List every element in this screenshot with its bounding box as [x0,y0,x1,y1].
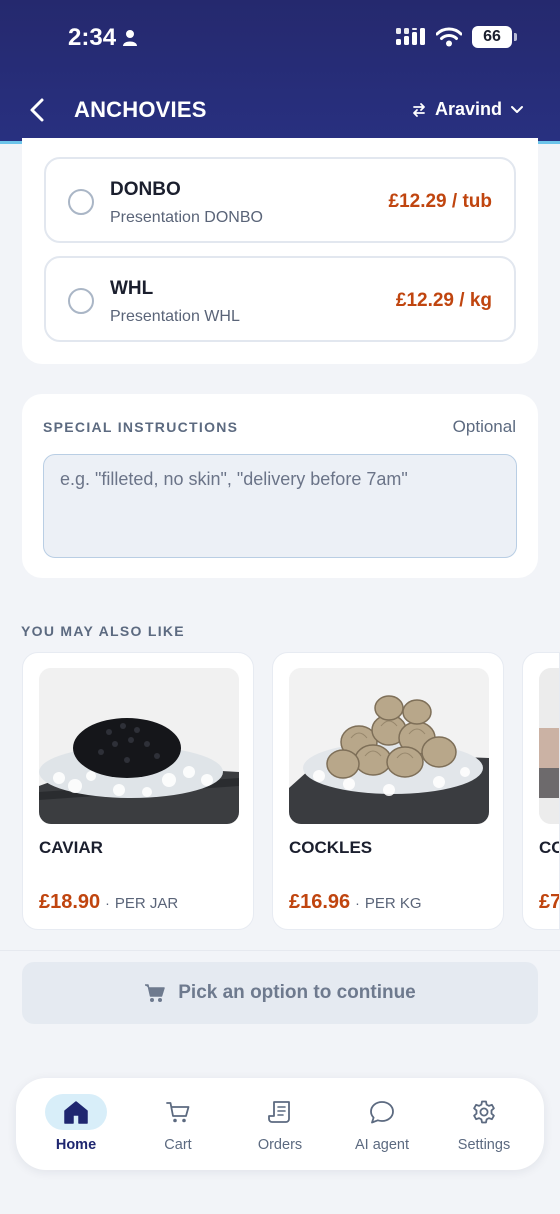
nav-icon-wrap [147,1094,209,1130]
price-separator: · [105,895,110,911]
chat-icon [370,1101,394,1124]
app-header: 2:34 66 ANCHOVIES Aravind [0,0,560,144]
nav-label: AI agent [354,1137,409,1153]
nav-cart[interactable]: Cart [128,1094,228,1160]
nav-ai-agent[interactable]: AI agent [332,1094,432,1160]
product-unit: PER JAR [114,895,179,912]
options-card: DONBO Presentation DONBO £12.29 / tub WH… [22,138,538,364]
product-image [539,668,559,824]
option-whl[interactable]: WHL Presentation WHL £12.29 / kg [44,256,516,342]
price-separator: · [355,895,360,911]
chevron-down-icon [511,105,523,113]
special-instructions-label: SPECIAL INSTRUCTIONS [43,419,239,435]
gear-icon [473,1100,495,1124]
option-name: DONBO [110,179,181,200]
account-switcher[interactable]: Aravind [411,99,524,120]
product-name: CO [539,838,559,857]
option-donbo[interactable]: DONBO Presentation DONBO £12.29 / tub [44,157,516,243]
nav-icon-wrap [351,1094,413,1130]
status-time: 2:34 [68,24,138,52]
option-price: £12.29 / kg [395,290,492,311]
nav-label: Settings [457,1137,511,1153]
special-instructions-input[interactable] [43,454,517,558]
receipt-icon [268,1101,290,1123]
product-unit: PER KG [364,895,422,912]
back-arrow-icon[interactable] [24,96,52,124]
product-price-row: £16.96 · PER KG [289,891,422,914]
option-subtitle: Presentation DONBO [110,209,263,226]
cart-icon [166,1102,190,1123]
option-name: WHL [110,278,154,299]
radio-button[interactable] [68,288,94,314]
optional-label: Optional [452,417,516,436]
status-indicators: 66 [396,26,517,48]
nav-label: Cart [164,1137,192,1153]
person-icon [123,30,138,46]
caviar-image [39,668,239,824]
product-price: £16.96 [289,891,351,913]
nav-label: Orders [257,1137,303,1153]
option-price: £12.29 / tub [388,191,493,212]
product-name: COCKLES [289,838,373,857]
product-price: £7 [539,891,560,913]
swap-icon [413,102,425,117]
wifi-icon [436,27,462,47]
nav-label: Home [55,1137,97,1153]
nav-icon-wrap [249,1094,311,1130]
nav-settings[interactable]: Settings [434,1094,534,1160]
product-price: £18.90 [39,891,101,913]
nav-orders[interactable]: Orders [230,1094,330,1160]
product-price-row: £7 [539,891,560,914]
bottom-navigation: Home Cart Orders AI agent Settings [16,1078,544,1170]
product-name: CAVIAR [39,838,103,857]
option-subtitle: Presentation WHL [110,308,240,325]
home-icon [64,1101,88,1124]
product-card-caviar[interactable]: CAVIAR £18.90 · PER JAR [22,652,254,930]
nav-home[interactable]: Home [26,1094,126,1160]
battery-indicator: 66 [472,26,517,48]
battery-level: 66 [483,28,501,45]
radio-button[interactable] [68,189,94,215]
status-time-text: 2:34 [68,24,117,51]
product-card-partial[interactable]: CO £7 [522,652,560,930]
recommendations-heading: YOU MAY ALSO LIKE [21,623,185,639]
cockles-image [289,668,489,824]
continue-button-label: Pick an option to continue [178,982,416,1003]
signal-icon [396,28,425,45]
page-title: ANCHOVIES [74,97,207,122]
continue-button[interactable]: Pick an option to continue [22,962,538,1024]
nav-icon-highlight [45,1094,107,1130]
special-instructions-card: SPECIAL INSTRUCTIONS Optional [22,394,538,578]
account-name: Aravind [434,99,502,119]
product-card-cockles[interactable]: COCKLES £16.96 · PER KG [272,652,504,930]
cart-icon [145,984,165,1002]
nav-icon-wrap [453,1094,515,1130]
product-price-row: £18.90 · PER JAR [39,891,178,914]
